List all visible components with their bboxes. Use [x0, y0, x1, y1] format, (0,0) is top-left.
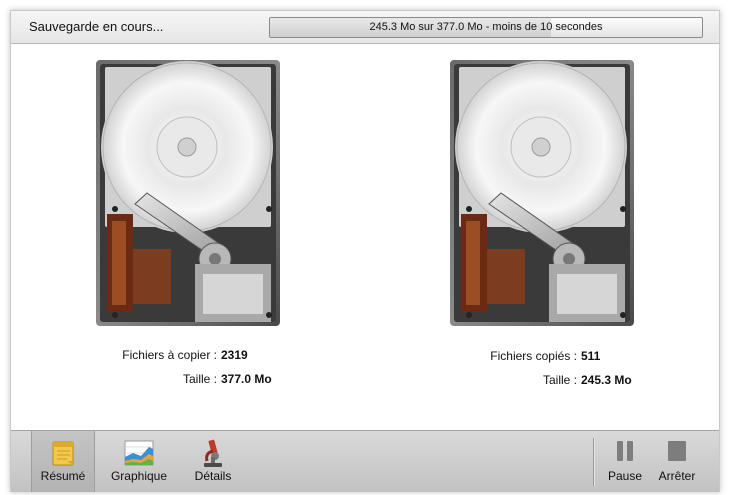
- summary-tab-label: Résumé: [40, 469, 86, 483]
- source-files-value: 2319: [221, 348, 248, 362]
- toolbar-separator: [593, 438, 594, 486]
- source-hard-disk-image: [95, 59, 281, 327]
- details-tab-label: Détails: [194, 469, 232, 483]
- area-chart-icon: [123, 439, 155, 470]
- source-size-row: Taille : 377.0 Mo: [71, 372, 272, 386]
- pause-label: Pause: [607, 469, 643, 483]
- destination-size-row: Taille : 245.3 Mo: [431, 373, 632, 387]
- bottom-toolbar: Résumé Graphique Détails Pause Arrêter: [11, 430, 719, 492]
- graph-tab-label: Graphique: [110, 469, 168, 483]
- microscope-icon: [201, 439, 225, 472]
- destination-size-value: 245.3 Mo: [581, 373, 632, 387]
- stop-button[interactable]: Arrêter: [651, 431, 703, 492]
- backup-window: Sauvegarde en cours... 245.3 Mo sur 377.…: [10, 10, 720, 492]
- pause-button[interactable]: Pause: [603, 431, 647, 492]
- status-label: Sauvegarde en cours...: [29, 19, 164, 34]
- destination-size-label: Taille :: [542, 373, 577, 387]
- pause-icon: [614, 439, 636, 466]
- backup-progress-bar: 245.3 Mo sur 377.0 Mo - moins de 10 seco…: [269, 17, 703, 38]
- progress-text: 245.3 Mo sur 377.0 Mo - moins de 10 seco…: [369, 21, 603, 33]
- destination-hard-disk-image: [449, 59, 635, 327]
- source-size-label: Taille :: [182, 372, 217, 386]
- source-files-label: Fichiers à copier :: [122, 348, 217, 362]
- summary-tab-button[interactable]: Résumé: [31, 431, 95, 492]
- stop-icon: [666, 439, 688, 466]
- source-files-row: Fichiers à copier : 2319: [71, 348, 248, 362]
- status-bar: Sauvegarde en cours... 245.3 Mo sur 377.…: [11, 11, 719, 44]
- destination-files-row: Fichiers copiés : 511: [431, 349, 600, 363]
- source-size-value: 377.0 Mo: [221, 372, 272, 386]
- details-tab-button[interactable]: Détails: [181, 431, 245, 492]
- destination-files-value: 511: [581, 349, 601, 363]
- graph-tab-button[interactable]: Graphique: [103, 431, 175, 492]
- notepad-icon: [50, 439, 76, 470]
- stop-label: Arrêter: [658, 469, 696, 483]
- destination-files-label: Fichiers copiés :: [490, 349, 577, 363]
